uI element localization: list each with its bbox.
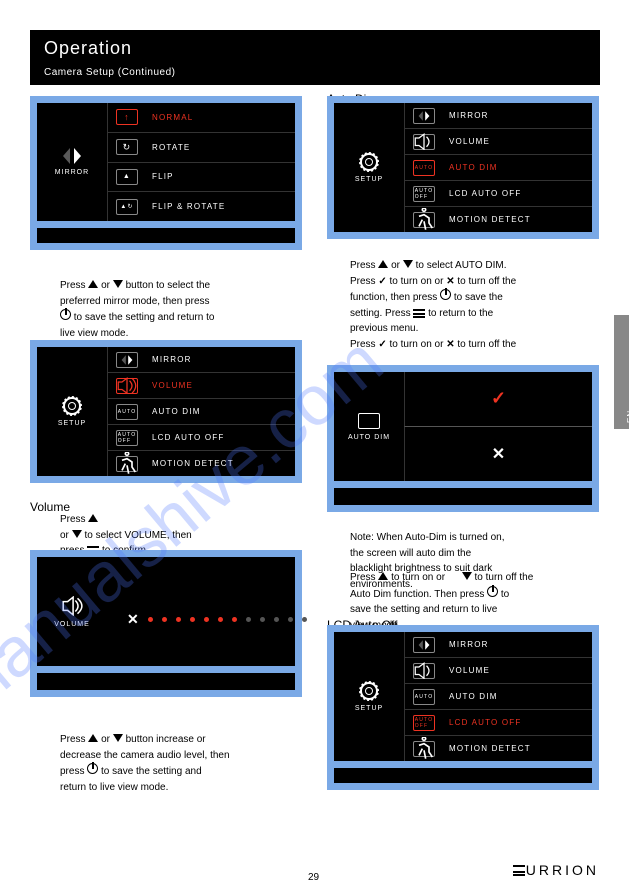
down-arrow-icon	[72, 530, 82, 538]
sidebar-label: SETUP	[355, 705, 383, 712]
option-on[interactable]: ✓	[404, 372, 592, 427]
minus-icon[interactable]: ✕	[127, 611, 139, 628]
menu-item-volume[interactable]: VOLUME	[107, 373, 295, 399]
power-icon	[60, 309, 71, 320]
brand-e-icon	[513, 865, 525, 876]
menu-item-motion[interactable]: MOTION DETECT	[107, 451, 295, 476]
run-icon	[413, 741, 435, 757]
screenshot-volume-level: VOLUME ✕ +	[30, 550, 302, 673]
flip-rotate-icon: ▲↻	[116, 199, 138, 215]
auto-icon: AUTO	[413, 689, 435, 705]
check-icon: ✓	[491, 388, 506, 409]
volume-slider[interactable]: ✕ +	[127, 611, 324, 628]
auto-icon: AUTO	[116, 404, 138, 420]
brand-logo: URRION	[513, 862, 599, 878]
menu-item-motion[interactable]: MOTION DETECT	[404, 207, 592, 232]
x-icon: ✕	[446, 276, 454, 287]
down-arrow-icon	[462, 572, 472, 580]
up-arrow-icon	[88, 514, 98, 522]
page-header: Operation Camera Setup (Continued)	[30, 30, 600, 85]
instruction-paragraph: Press or button to select the preferred …	[60, 278, 305, 341]
screenshot-bottom-bar	[30, 673, 302, 697]
instruction-paragraph: Press or button increase or decrease the…	[60, 732, 305, 795]
header-subtitle: Camera Setup (Continued)	[44, 67, 586, 78]
option-off[interactable]: ✕	[404, 427, 592, 482]
x-icon: ✕	[446, 339, 454, 350]
sidebar-label: AUTO DIM	[348, 434, 390, 441]
header-title: Operation	[44, 38, 586, 59]
screenshot-mirror-menu: MIRROR ↑NORMAL ↻ROTATE ▲FLIP ▲↻FLIP & RO…	[30, 96, 302, 228]
down-arrow-icon	[403, 260, 413, 268]
screenshot-bottom-bar	[327, 488, 599, 512]
gear-icon	[360, 153, 378, 171]
lcd-icon: AUTOOFF	[413, 186, 435, 202]
menu-item-mirror[interactable]: MIRROR	[107, 347, 295, 373]
menu-item-volume[interactable]: VOLUME	[404, 129, 592, 155]
menu-item-normal[interactable]: ↑NORMAL	[107, 103, 295, 133]
menu-item-autodim[interactable]: AUTOAUTO DIM	[404, 155, 592, 181]
run-icon	[116, 456, 138, 472]
arrow-up-icon: ↑	[116, 109, 138, 125]
sidebar-label: MIRROR	[55, 169, 89, 176]
down-arrow-icon	[113, 280, 123, 288]
menu-list: ↑NORMAL ↻ROTATE ▲FLIP ▲↻FLIP & ROTATE	[107, 103, 295, 221]
power-icon	[87, 763, 98, 774]
gear-icon	[63, 397, 81, 415]
up-arrow-icon	[378, 572, 388, 580]
auto-icon: AUTO	[413, 160, 435, 176]
screenshot-setup-lcd: SETUP MIRROR VOLUME AUTOAUTO DIM AUTOOFF…	[327, 625, 599, 768]
down-arrow-icon	[113, 734, 123, 742]
flip-icon: ▲	[116, 169, 138, 185]
gear-icon	[360, 682, 378, 700]
instruction-paragraph: Press or to select AUTO DIM. Press ✓ to …	[350, 258, 600, 352]
plus-icon[interactable]: +	[316, 612, 324, 628]
mirror-icon	[63, 148, 81, 164]
x-icon: ✕	[492, 444, 505, 464]
menu-item-lcd[interactable]: AUTOOFFLCD AUTO OFF	[107, 425, 295, 451]
check-icon: ✓	[378, 276, 386, 287]
screenshot-setup-volume: SETUP MIRROR VOLUME AUTOAUTO DIM AUTOOFF…	[30, 340, 302, 483]
up-arrow-icon	[378, 260, 388, 268]
screen-icon	[358, 413, 380, 429]
up-arrow-icon	[88, 734, 98, 742]
menu-icon	[413, 309, 425, 318]
page-number: 29	[308, 872, 319, 883]
rotate-icon: ↻	[116, 139, 138, 155]
speaker-icon	[413, 663, 435, 679]
sidebar-label: VOLUME	[54, 621, 90, 628]
speaker-icon	[116, 378, 138, 394]
mirror-icon	[413, 637, 435, 653]
mirror-icon	[413, 108, 435, 124]
run-icon	[413, 212, 435, 228]
speaker-icon	[61, 596, 83, 616]
menu-item-autodim[interactable]: AUTOAUTO DIM	[107, 399, 295, 425]
menu-item-mirror[interactable]: MIRROR	[404, 632, 592, 658]
menu-item-flip[interactable]: ▲FLIP	[107, 163, 295, 193]
language-tab: EN	[614, 315, 629, 429]
screenshot-setup-autodim: SETUP MIRROR VOLUME AUTOAUTO DIM AUTOOFF…	[327, 96, 599, 239]
mirror-icon	[116, 352, 138, 368]
menu-item-volume[interactable]: VOLUME	[404, 658, 592, 684]
screenshot-autodim-toggle: AUTO DIM ✓ ✕	[327, 365, 599, 488]
menu-item-flip-rotate[interactable]: ▲↻FLIP & ROTATE	[107, 192, 295, 221]
lcd-icon: AUTOOFF	[116, 430, 138, 446]
power-icon	[440, 289, 451, 300]
screenshot-bottom-bar	[327, 768, 599, 790]
menu-item-autodim[interactable]: AUTOAUTO DIM	[404, 684, 592, 710]
menu-item-mirror[interactable]: MIRROR	[404, 103, 592, 129]
sidebar-label: SETUP	[58, 420, 86, 427]
power-icon	[487, 586, 498, 597]
screenshot-bottom-bar	[30, 228, 302, 250]
check-icon: ✓	[378, 339, 386, 350]
menu-item-lcd[interactable]: AUTOOFFLCD AUTO OFF	[404, 710, 592, 736]
menu-item-motion[interactable]: MOTION DETECT	[404, 736, 592, 761]
lcd-icon: AUTOOFF	[413, 715, 435, 731]
sidebar-label: SETUP	[355, 176, 383, 183]
up-arrow-icon	[88, 280, 98, 288]
menu-item-rotate[interactable]: ↻ROTATE	[107, 133, 295, 163]
speaker-icon	[413, 134, 435, 150]
menu-item-lcd[interactable]: AUTOOFFLCD AUTO OFF	[404, 181, 592, 207]
